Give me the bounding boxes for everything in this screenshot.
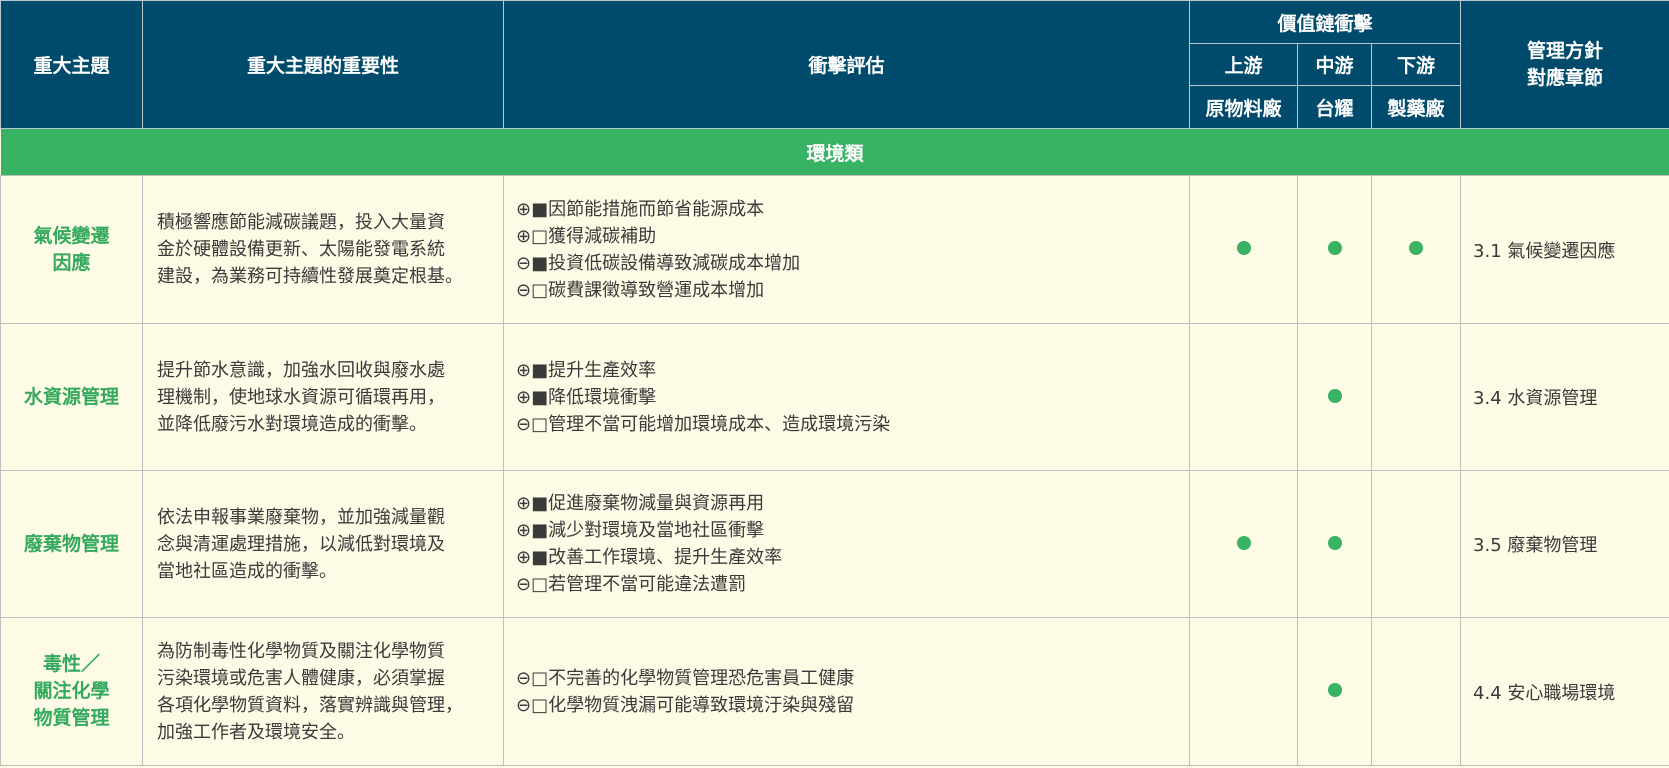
importance-line: 建設，為業務可持續性發展奠定根基。 xyxy=(157,266,463,287)
chapter-cell: 4.4 安心職場環境 xyxy=(1460,617,1669,766)
topic-line: 因應 xyxy=(52,251,91,274)
importance-line: 依法申報事業廢棄物，並加強減量觀 xyxy=(157,506,445,528)
chapter-cell: 3.5 廢棄物管理 xyxy=(1460,470,1669,618)
impact-line: ⊖□不完善的化學物質管理恐危害員工健康 xyxy=(516,667,855,689)
impact-cell: ⊕■提升生產效率 ⊕■降低環境衝擊 ⊖□管理不當可能增加環境成本、造成環境污染 xyxy=(503,323,1190,471)
importance-cell: 積極響應節能減碳議題，投入大量資 金於硬體設備更新、太陽能發電系統 建設，為業務可持… xyxy=(142,175,504,324)
importance-line: 各項化學物質資料，落實辨識與管理， xyxy=(157,694,463,716)
importance-line: 當地社區造成的衝擊。 xyxy=(157,560,337,582)
impact-dot-icon xyxy=(1327,683,1342,697)
impact-dot-icon xyxy=(1236,241,1251,255)
importance-cell: 依法申報事業廢棄物，並加強減量觀 念與清運處理措施，以減低對環境及 當地社區造成的衝… xyxy=(142,470,504,618)
importance-line: 金於硬體設備更新、太陽能發電系統 xyxy=(157,239,445,260)
importance-cell: 為防制毒性化學物質及關注化學物質 污染環境或危害人體健康，必須掌握 各項化學物質資料… xyxy=(142,617,504,766)
header-policy: 管理方針 對應章節 xyxy=(1460,0,1669,129)
impact-dot-icon xyxy=(1236,535,1251,550)
importance-line: 積極響應節能減碳議題，投入大量資 xyxy=(157,212,445,233)
impact-line: ⊕■促進廢棄物減量與資源再用 xyxy=(516,493,765,514)
table-header: 重大主題 重大主題的重要性 衝擊評估 價值鏈衝擊 管理方針 對應章節 上游 中游… xyxy=(0,0,1669,129)
category-label: 環境類 xyxy=(0,128,1669,176)
impact-line: ⊕■改善工作環境、提升生產效率 xyxy=(516,547,783,568)
header-upstream-sub: 原物料廠 xyxy=(1189,85,1298,129)
importance-line: 並降低廢污水對環境造成的衝擊。 xyxy=(157,413,427,435)
header-importance: 重大主題的重要性 xyxy=(142,0,504,129)
topic-line: 毒性／ xyxy=(42,653,100,675)
impact-line: ⊖□若管理不當可能違法遭罰 xyxy=(516,574,747,595)
impact-line: ⊖□管理不當可能增加環境成本、造成環境污染 xyxy=(516,413,891,435)
upstream-cell xyxy=(1189,323,1298,471)
impact-dot-icon xyxy=(1327,241,1342,255)
impact-cell: ⊕■因節能措施而節省能源成本 ⊕□獲得減碳補助 ⊖■投資低碳設備導致減碳成本增加 ⊖□… xyxy=(503,175,1190,324)
downstream-cell xyxy=(1370,323,1462,471)
downstream-cell xyxy=(1370,175,1462,324)
importance-cell: 提升節水意識，加強水回收與廢水處 理機制，使地球水資源可循環再用， 並降低廢污水對環… xyxy=(142,323,504,471)
upstream-cell xyxy=(1189,617,1298,766)
upstream-cell xyxy=(1189,175,1298,324)
topic-cell: 水資源管理 xyxy=(0,323,143,471)
importance-line: 加強工作者及環境安全。 xyxy=(157,721,355,743)
header-topic: 重大主題 xyxy=(0,0,143,129)
impact-line: ⊖□化學物質洩漏可能導致環境汙染與殘留 xyxy=(516,694,855,716)
header-policy-line2: 對應章節 xyxy=(1527,66,1604,89)
chapter-cell: 3.1 氣候變遷因應 xyxy=(1460,175,1669,324)
impact-line: ⊕□獲得減碳補助 xyxy=(516,225,657,247)
impact-dot-icon xyxy=(1327,535,1342,550)
header-midstream-sub: 台耀 xyxy=(1297,85,1372,129)
topic-cell: 毒性／ 關注化學物質管理 xyxy=(0,617,143,766)
downstream-cell xyxy=(1370,617,1462,766)
chapter-cell: 3.4 水資源管理 xyxy=(1460,323,1669,471)
topic-cell: 廢棄物管理 xyxy=(0,470,143,618)
table-row: 廢棄物管理 依法申報事業廢棄物，並加強減量觀 念與清運處理措施，以減低對環境及 當地社… xyxy=(0,470,1669,618)
impact-cell: ⊖□不完善的化學物質管理恐危害員工健康 ⊖□化學物質洩漏可能導致環境汙染與殘留 xyxy=(503,617,1190,766)
header-upstream: 上游 xyxy=(1189,43,1298,86)
importance-line: 污染環境或危害人體健康，必須掌握 xyxy=(157,667,445,689)
importance-line: 提升節水意識，加強水回收與廢水處 xyxy=(157,359,445,381)
table-row: 氣候變遷 因應 積極響應節能減碳議題，投入大量資 金於硬體設備更新、太陽能發電系統 建設… xyxy=(0,175,1669,324)
topic-line: 物質管理 xyxy=(33,707,110,729)
upstream-cell xyxy=(1189,470,1298,618)
impact-line: ⊕■因節能措施而節省能源成本 xyxy=(516,198,765,220)
table-body: 環境類 氣候變遷 因應 積極響應節能減碳議題，投入大量資 金於硬體設備更新、太陽能發電… xyxy=(0,128,1669,766)
midstream-cell xyxy=(1297,617,1372,766)
importance-line: 理機制，使地球水資源可循環再用， xyxy=(157,386,445,408)
header-value-chain: 價值鏈衝擊 xyxy=(1188,0,1462,44)
impact-line: ⊕■降低環境衝擊 xyxy=(516,386,657,408)
header-downstream-sub: 製藥廠 xyxy=(1370,85,1462,129)
impact-dot-icon xyxy=(1409,241,1423,255)
topic-line: 廢棄物管理 xyxy=(23,532,119,555)
impact-line: ⊖□碳費課徵導致營運成本增加 xyxy=(516,279,765,301)
midstream-cell xyxy=(1297,323,1372,471)
topic-line: 氣候變遷 xyxy=(33,224,110,247)
topic-line: 水資源管理 xyxy=(23,385,119,408)
material-topics-table: 重大主題 重大主題的重要性 衝擊評估 價值鏈衝擊 管理方針 對應章節 上游 中游… xyxy=(0,0,1669,766)
header-impact: 衝擊評估 xyxy=(503,0,1190,129)
midstream-cell xyxy=(1297,470,1372,618)
importance-line: 為防制毒性化學物質及關注化學物質 xyxy=(157,640,445,662)
category-row: 環境類 xyxy=(0,128,1669,176)
header-midstream: 中游 xyxy=(1297,43,1372,86)
midstream-cell xyxy=(1297,175,1372,324)
impact-dot-icon xyxy=(1327,388,1342,403)
impact-line: ⊕■提升生產效率 xyxy=(516,359,657,381)
header-policy-line1: 管理方針 xyxy=(1527,39,1604,62)
table-row: 水資源管理 提升節水意識，加強水回收與廢水處 理機制，使地球水資源可循環再用， 並降低… xyxy=(0,323,1669,471)
downstream-cell xyxy=(1370,470,1462,618)
topic-line: 關注化學 xyxy=(33,680,110,702)
table-row: 毒性／ 關注化學物質管理 為防制毒性化學物質及關注化學物質 污染環境或危害人體健康，必… xyxy=(0,617,1669,766)
impact-line: ⊕■減少對環境及當地社區衝擊 xyxy=(516,520,765,541)
impact-line: ⊖■投資低碳設備導致減碳成本增加 xyxy=(516,252,801,274)
impact-cell: ⊕■促進廢棄物減量與資源再用 ⊕■減少對環境及當地社區衝擊 ⊕■改善工作環境、提升生… xyxy=(503,470,1190,618)
topic-cell: 氣候變遷 因應 xyxy=(0,175,143,324)
header-downstream: 下游 xyxy=(1370,43,1462,86)
importance-line: 念與清運處理措施，以減低對環境及 xyxy=(157,533,445,555)
